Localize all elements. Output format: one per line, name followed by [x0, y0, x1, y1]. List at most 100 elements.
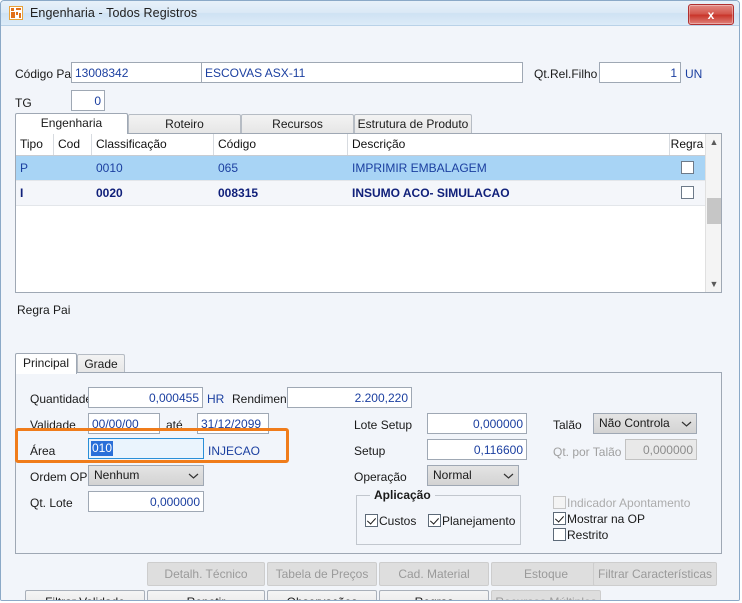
tab-grade[interactable]: Grade: [77, 354, 125, 373]
grid-col-descricao: Descrição: [348, 134, 670, 155]
setup-label: Setup: [354, 444, 385, 458]
chevron-down-icon: [503, 472, 514, 480]
chevron-down-icon[interactable]: ▼: [706, 276, 722, 292]
grid-col-tipo: Tipo: [16, 134, 54, 155]
area-descricao-label: INJECAO: [208, 444, 260, 458]
talao-select[interactable]: Não Controla: [593, 413, 697, 434]
restrito-checkbox[interactable]: Restrito: [553, 528, 608, 542]
checkbox-box: [428, 514, 441, 527]
lote-setup-label: Lote Setup: [354, 418, 412, 432]
grid-col-regra: Regra: [670, 134, 704, 155]
estoque-button: Estoque: [491, 562, 601, 586]
tab-roteiro[interactable]: Roteiro: [128, 114, 241, 133]
tg-label: TG: [15, 96, 32, 110]
ate-label: até: [166, 418, 183, 432]
qt-por-talao-label: Qt. por Talão: [553, 445, 621, 459]
custos-label: Custos: [379, 514, 416, 528]
qt-lote-input[interactable]: [88, 491, 204, 512]
restrito-label: Restrito: [567, 528, 608, 542]
unidade-label: UN: [685, 67, 702, 81]
grid-empty-area: [16, 206, 721, 266]
header-form: Código Pai Qt.Rel.Filho UN TG: [1, 26, 740, 86]
checkbox-box: [553, 512, 566, 525]
recursos-multiplos-button: Recursos Múltiplos: [491, 590, 601, 601]
ordem-op-value: Nenhum: [94, 468, 139, 482]
repetir-button[interactable]: Repetir: [147, 590, 265, 601]
qt-rel-filho-label: Qt.Rel.Filho: [534, 67, 597, 81]
detalh-tecnico-button: Detalh. Técnico: [147, 562, 265, 586]
area-label: Área: [30, 444, 55, 458]
cell-codigo: 065: [214, 156, 348, 180]
tab-principal[interactable]: Principal: [15, 353, 77, 374]
area-input-selected-text: 010: [91, 441, 113, 456]
grid-header-row: Tipo Cod Classificação Código Descrição …: [16, 134, 721, 156]
tab-estrutura-de-produto[interactable]: Estrutura de Produto: [354, 114, 472, 133]
validade-ate-input[interactable]: [197, 413, 269, 434]
tg-input[interactable]: [71, 90, 105, 111]
ordem-op-select[interactable]: Nenhum: [88, 465, 204, 486]
lote-setup-input[interactable]: [427, 413, 527, 434]
planejamento-checkbox[interactable]: Planejamento: [428, 514, 515, 528]
chevron-down-icon: [681, 420, 692, 428]
rendimento-input[interactable]: [287, 387, 412, 408]
qt-rel-filho-input[interactable]: [599, 62, 681, 83]
grid-vertical-scrollbar[interactable]: ▲ ▼: [705, 134, 721, 292]
close-button[interactable]: x: [688, 4, 734, 25]
table-row[interactable]: I 0020 008315 INSUMO ACO- SIMULACAO: [16, 181, 721, 206]
mostrar-na-op-label: Mostrar na OP: [567, 512, 645, 526]
cell-descricao: INSUMO ACO- SIMULACAO: [348, 181, 670, 205]
regra-checkbox[interactable]: [681, 186, 694, 199]
lower-tab-strip: Principal Grade: [15, 353, 722, 373]
cell-tipo: P: [16, 156, 54, 180]
cell-classificacao: 0010: [92, 156, 214, 180]
chevron-up-icon[interactable]: ▲: [706, 134, 722, 150]
cell-classificacao: 0020: [92, 181, 214, 205]
cad-material-button: Cad. Material: [379, 562, 489, 586]
regras-button[interactable]: Regras: [379, 590, 489, 601]
regra-pai-label: Regra Pai: [17, 303, 70, 317]
cell-codigo: 008315: [214, 181, 348, 205]
grid-col-classificacao: Classificação: [92, 134, 214, 155]
quantidade-label: Quantidade: [30, 392, 92, 406]
quantidade-input[interactable]: [88, 387, 203, 408]
regra-checkbox[interactable]: [681, 161, 694, 174]
checkbox-box: [553, 496, 566, 509]
grid-col-codigo: Código: [214, 134, 348, 155]
tab-recursos[interactable]: Recursos: [241, 114, 354, 133]
operacao-select[interactable]: Normal: [427, 465, 519, 486]
window-title: Engenharia - Todos Registros: [30, 6, 197, 20]
custos-checkbox[interactable]: Custos: [365, 514, 416, 528]
checkbox-box: [553, 528, 566, 541]
observacoes-button[interactable]: Observações: [267, 590, 377, 601]
cell-tipo: I: [16, 181, 54, 205]
codigo-pai-label: Código Pai: [15, 67, 74, 81]
operacao-value: Normal: [433, 468, 472, 482]
qt-por-talao-input: [625, 439, 697, 460]
cell-regra[interactable]: [670, 156, 704, 180]
validade-label: Validade: [30, 418, 76, 432]
talao-value: Não Controla: [599, 416, 670, 430]
talao-label: Talão: [553, 418, 582, 432]
filtrar-caracteristicas-button: Filtrar Características: [593, 562, 717, 586]
setup-input[interactable]: [427, 439, 527, 460]
checkbox-box: [365, 514, 378, 527]
qt-lote-label: Qt. Lote: [30, 496, 73, 510]
app-icon: [9, 6, 23, 20]
tab-engenharia[interactable]: Engenharia: [15, 113, 128, 134]
planejamento-label: Planejamento: [442, 514, 515, 528]
hr-unit-label: HR: [207, 392, 224, 406]
filtrar-validade-button[interactable]: Filtrar Validade: [25, 590, 145, 601]
validade-de-input[interactable]: [88, 413, 160, 434]
mostrar-na-op-checkbox[interactable]: Mostrar na OP: [553, 512, 645, 526]
window-client-area: Código Pai Qt.Rel.Filho UN TG Engenharia…: [1, 26, 739, 601]
scrollbar-thumb[interactable]: [707, 198, 721, 224]
table-row[interactable]: P 0010 065 IMPRIMIR EMBALAGEM: [16, 156, 721, 181]
cell-descricao: IMPRIMIR EMBALAGEM: [348, 156, 670, 180]
engenharia-grid: Tipo Cod Classificação Código Descrição …: [15, 133, 722, 293]
application-window: Engenharia - Todos Registros x Código Pa…: [0, 0, 740, 601]
indicador-apontamento-label: Indicador Apontamento: [567, 496, 690, 510]
ordem-op-label: Ordem OP: [30, 470, 87, 484]
cell-regra[interactable]: [670, 181, 704, 205]
descricao-input[interactable]: [201, 62, 523, 83]
grid-col-cod: Cod: [54, 134, 92, 155]
